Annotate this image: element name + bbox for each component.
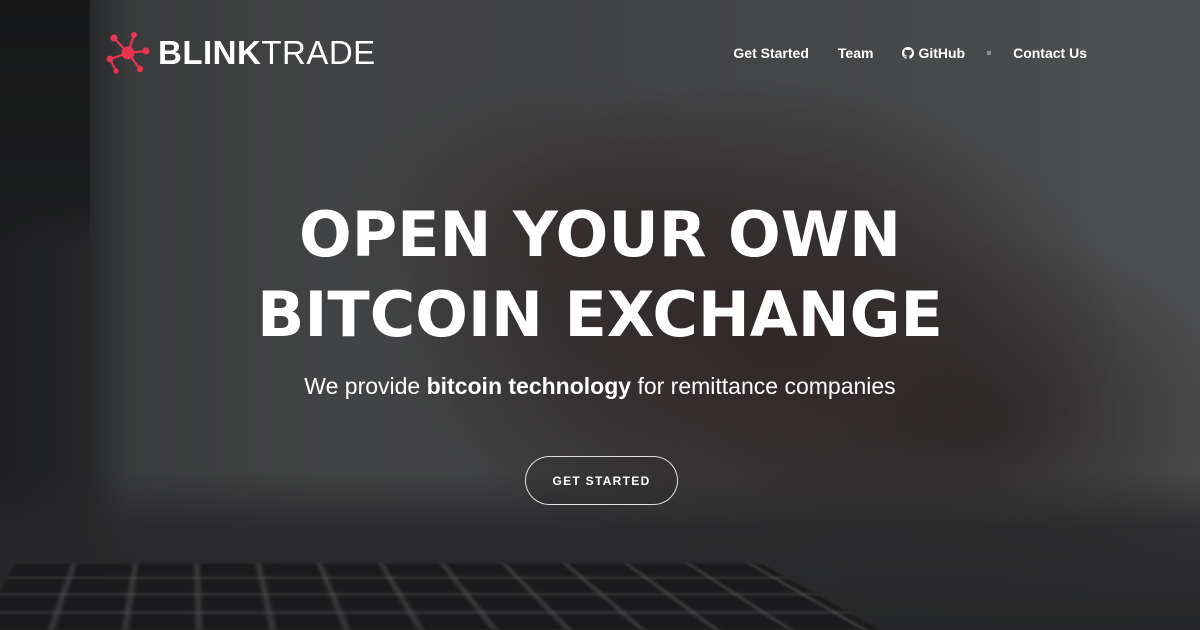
brand-name-light: TRADE bbox=[261, 34, 376, 71]
hero-title-line-2: BITCOIN EXCHANGE bbox=[257, 278, 943, 351]
nav-team[interactable]: Team bbox=[838, 45, 874, 61]
network-nodes-icon bbox=[106, 32, 150, 74]
hero-subtitle: We provide bitcoin technology for remitt… bbox=[0, 371, 1200, 401]
nav-separator-dot bbox=[987, 51, 992, 55]
nav-contact-us[interactable]: Contact Us bbox=[1013, 45, 1087, 61]
brand-name: BLINKTRADE bbox=[158, 30, 376, 76]
hero-subtitle-prefix: We provide bbox=[304, 373, 427, 399]
github-icon bbox=[902, 47, 915, 59]
hero: OPEN YOUR OWN BITCOIN EXCHANGE We provid… bbox=[0, 195, 1200, 401]
hero-title: OPEN YOUR OWN BITCOIN EXCHANGE bbox=[0, 195, 1200, 355]
get-started-button[interactable]: GET STARTED bbox=[525, 456, 678, 505]
nav-get-started[interactable]: Get Started bbox=[733, 45, 808, 61]
nav-github[interactable]: GitHub bbox=[902, 45, 965, 61]
brand-logo-link[interactable]: BLINKTRADE bbox=[104, 30, 376, 76]
hero-subtitle-bold: bitcoin technology bbox=[426, 373, 632, 399]
brand-name-bold: BLINK bbox=[158, 34, 262, 71]
hero-title-line-1: OPEN YOUR OWN bbox=[298, 198, 902, 271]
hero-subtitle-suffix: for remittance companies bbox=[631, 373, 896, 399]
main-nav: Get Started Team GitHub Contact Us bbox=[733, 42, 1087, 64]
nav-github-label: GitHub bbox=[918, 45, 966, 61]
navbar: BLINKTRADE Get Started Team GitHub Conta… bbox=[0, 0, 1200, 105]
